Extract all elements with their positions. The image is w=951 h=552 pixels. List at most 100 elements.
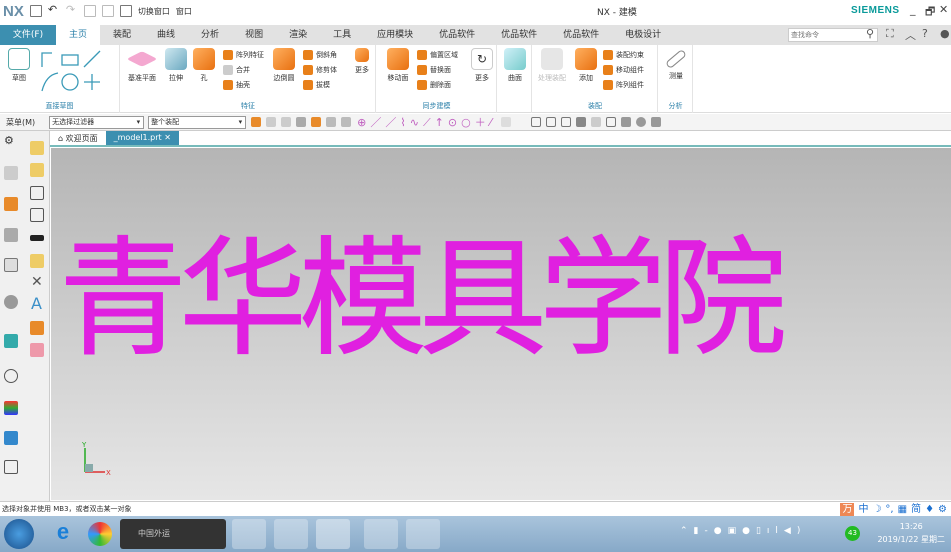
palette-icon[interactable]: [4, 401, 18, 415]
start-button[interactable]: [4, 519, 34, 549]
fullscreen-icon[interactable]: ⛶: [886, 27, 894, 41]
snap-icon[interactable]: [266, 117, 277, 127]
snap-icon[interactable]: [500, 117, 511, 127]
pattern-feature-button[interactable]: 阵列特征: [223, 48, 264, 62]
close-tab-icon[interactable]: ✕: [164, 133, 171, 142]
collapse-ribbon-icon[interactable]: ︿: [905, 27, 916, 43]
datum-plane-button[interactable]: 基准平面: [125, 45, 159, 83]
tool-icon[interactable]: [30, 141, 44, 155]
settings-icon[interactable]: ⚙: [4, 134, 14, 147]
reuse-library-icon[interactable]: [4, 258, 18, 272]
app-icon[interactable]: [88, 522, 112, 546]
point-snap-icons[interactable]: ⊕／／⌇∿⟋↑⊙○＋⁄: [357, 114, 495, 130]
save-icon[interactable]: [29, 5, 42, 17]
delete-face-button[interactable]: 删除面: [417, 78, 451, 92]
assembly-constraint-button[interactable]: 装配约束: [603, 48, 644, 62]
ime-simplified[interactable]: 简: [911, 503, 921, 517]
tab-application[interactable]: 应用模块: [364, 25, 426, 45]
sync-more-button[interactable]: ↻ 更多: [465, 45, 499, 83]
replace-face-button[interactable]: 替换面: [417, 63, 451, 77]
edge-blend-button[interactable]: 边倒圆: [267, 45, 301, 83]
trim-body-button[interactable]: 修剪体: [303, 63, 337, 77]
tab-render[interactable]: 渲染: [276, 25, 320, 45]
tab-youpin-2[interactable]: 优品软件: [488, 25, 550, 45]
cut-icon[interactable]: [83, 5, 96, 17]
ime-chinese-mode[interactable]: 中: [858, 503, 868, 517]
select-icon[interactable]: [251, 117, 262, 127]
ime-keyboard-icon[interactable]: ▦: [898, 503, 907, 517]
tab-model1[interactable]: _model1.prt ✕: [105, 131, 179, 145]
mesh-icon[interactable]: [30, 343, 44, 357]
tab-view[interactable]: 视图: [232, 25, 276, 45]
display-icon[interactable]: [119, 5, 132, 17]
view-icon[interactable]: [590, 117, 601, 127]
render-style-icon[interactable]: [575, 117, 586, 127]
hole-button[interactable]: 孔: [187, 45, 221, 83]
pattern-component-button[interactable]: 阵列组件: [603, 78, 644, 92]
sketch-button[interactable]: 草图: [2, 45, 36, 83]
close-button[interactable]: ✕: [939, 3, 948, 16]
feature-more-button[interactable]: 更多: [345, 45, 379, 75]
add-component-button[interactable]: 添加: [569, 45, 603, 83]
draft-button[interactable]: 拔模: [303, 78, 330, 92]
system-tray-icons[interactable]: ⌃▮-●▣●▯ıl◀): [680, 526, 835, 536]
measure-button[interactable]: 测量: [659, 45, 693, 81]
tab-welcome-page[interactable]: ⌂ 欢迎页面: [50, 131, 106, 145]
shell-button[interactable]: 抽壳: [223, 78, 250, 92]
tab-analysis[interactable]: 分析: [188, 25, 232, 45]
graphics-window[interactable]: 青华模具学院 Y X: [51, 148, 951, 500]
view-icon[interactable]: [545, 117, 556, 127]
snap-icon[interactable]: [326, 117, 337, 127]
restore-button[interactable]: 🗗: [925, 3, 935, 22]
view-icon[interactable]: [650, 117, 661, 127]
app-icon[interactable]: [364, 519, 398, 549]
chamfer-button[interactable]: 倒斜角: [303, 48, 337, 62]
selection-scope-dropdown[interactable]: 整个装配: [148, 115, 247, 129]
ie-icon[interactable]: e: [46, 519, 80, 549]
surface-button[interactable]: 曲面: [498, 45, 532, 83]
view-icon[interactable]: [635, 117, 646, 127]
help-icon[interactable]: ?: [922, 27, 928, 40]
snap-icon[interactable]: [281, 117, 292, 127]
tool-icon[interactable]: [30, 254, 44, 268]
tab-electrode[interactable]: 电极设计: [612, 25, 674, 45]
tool-icon[interactable]: [30, 163, 44, 177]
tool-icon[interactable]: [30, 186, 44, 200]
cross-icon[interactable]: ✕: [31, 274, 43, 290]
tab-home[interactable]: 主页: [56, 25, 101, 45]
snap-icon[interactable]: [296, 117, 307, 127]
snap-icon[interactable]: [311, 117, 322, 127]
fit-icon[interactable]: [30, 208, 44, 222]
view-icon[interactable]: [560, 117, 571, 127]
offset-region-button[interactable]: 偏置区域: [417, 48, 458, 62]
nx-app-icon[interactable]: [274, 519, 308, 549]
ime-punct-icon[interactable]: °,: [885, 503, 893, 517]
nx-app-icon[interactable]: [316, 519, 350, 549]
snap-icon[interactable]: [341, 117, 352, 127]
menu-button[interactable]: 菜单(M): [6, 117, 35, 128]
ime-shirt-icon[interactable]: ♦: [925, 503, 934, 517]
wps-icon[interactable]: [406, 519, 440, 549]
undo-icon[interactable]: ↶: [48, 4, 60, 17]
command-search-input[interactable]: [788, 28, 878, 42]
search-icon[interactable]: ⚲: [866, 27, 874, 40]
ime-settings-icon[interactable]: ⚙: [938, 503, 947, 517]
tab-file[interactable]: 文件(F): [0, 25, 56, 45]
ime-toolbar[interactable]: 万 中 ☽ °, ▦ 简 ♦ ⚙: [840, 503, 947, 517]
assembly-navigator-icon[interactable]: [4, 197, 18, 211]
taskbar-search-box[interactable]: 中国外运: [120, 519, 226, 549]
tab-youpin-1[interactable]: 优品软件: [426, 25, 488, 45]
tab-youpin-3[interactable]: 优品软件: [550, 25, 612, 45]
minimize-button[interactable]: _: [910, 3, 916, 16]
view-icon[interactable]: [620, 117, 631, 127]
tab-curve[interactable]: 曲线: [144, 25, 188, 45]
move-face-button[interactable]: 移动面: [381, 45, 415, 83]
roles-icon[interactable]: [4, 431, 18, 445]
text-icon[interactable]: A: [31, 294, 42, 313]
redo-icon[interactable]: ↷: [66, 4, 78, 17]
clock[interactable]: 13:26 2019/1/22 星期二: [877, 520, 945, 546]
tab-assembly[interactable]: 装配: [100, 25, 144, 45]
copy-icon[interactable]: [101, 5, 114, 17]
system-scene-icon[interactable]: [4, 460, 18, 474]
ime-moon-icon[interactable]: ☽: [872, 503, 881, 517]
